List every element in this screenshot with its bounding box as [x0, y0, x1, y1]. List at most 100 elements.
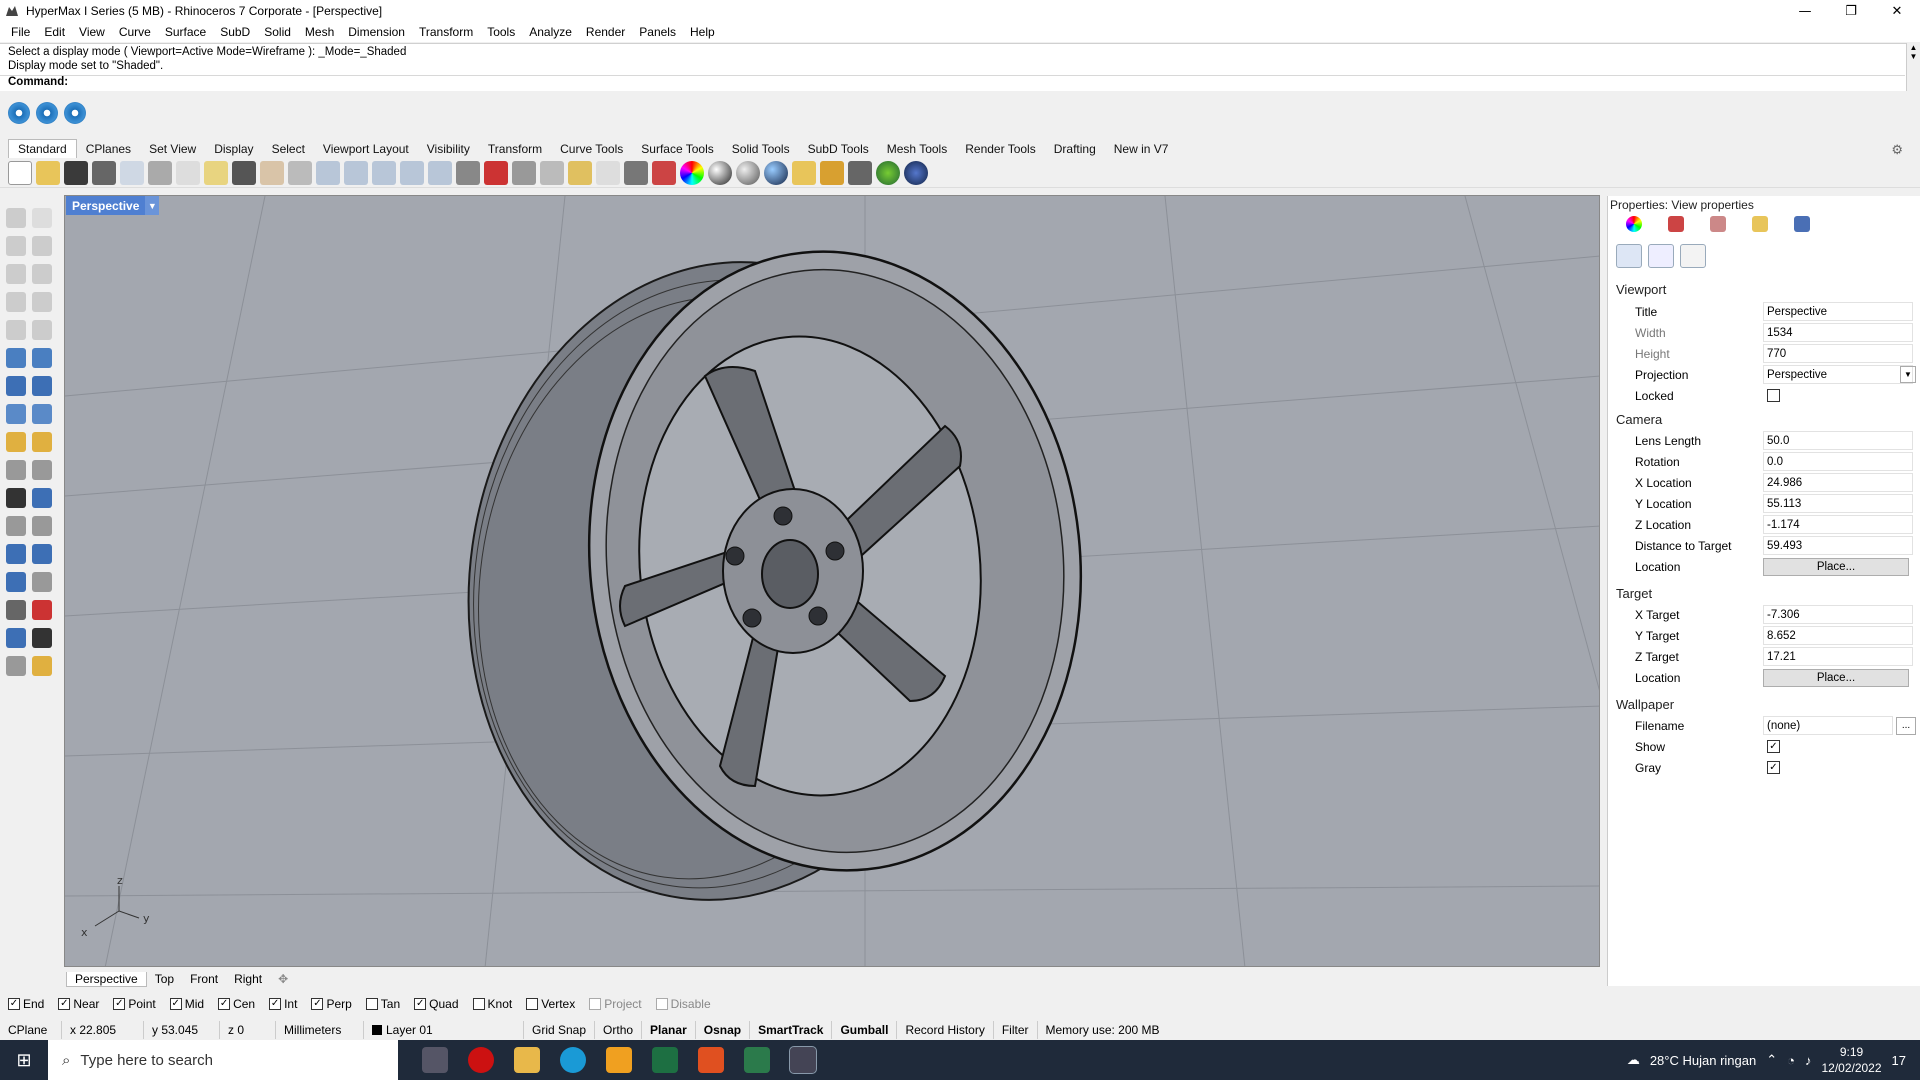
osnap-project[interactable]: Project: [589, 997, 642, 1011]
explode-icon[interactable]: [32, 488, 52, 508]
zoom-window-icon[interactable]: [344, 160, 368, 185]
point-icon[interactable]: [32, 208, 52, 228]
print-icon[interactable]: [92, 160, 116, 185]
menu-file[interactable]: File: [4, 25, 37, 39]
tab-cplanes[interactable]: CPlanes: [77, 140, 140, 158]
join-icon[interactable]: [6, 488, 26, 508]
menu-transform[interactable]: Transform: [412, 25, 480, 39]
copy-icon[interactable]: [176, 160, 200, 185]
y-location-field[interactable]: 55.113: [1763, 494, 1913, 513]
vtab-top[interactable]: Top: [147, 972, 182, 986]
libraries-icon[interactable]: [1752, 216, 1768, 232]
osnap-tan[interactable]: Tan: [365, 997, 400, 1011]
close-button[interactable]: ✕: [1874, 0, 1920, 22]
status-osnap[interactable]: Osnap: [696, 1021, 751, 1039]
light-bulb-icon[interactable]: [596, 160, 620, 185]
tab-solid-tools[interactable]: Solid Tools: [723, 140, 799, 158]
object-properties-icon[interactable]: [1626, 216, 1642, 232]
car-icon[interactable]: [484, 160, 508, 185]
xd-icon[interactable]: [698, 1047, 724, 1073]
globe-icon[interactable]: [876, 160, 900, 185]
menu-render[interactable]: Render: [579, 25, 632, 39]
mirror-icon[interactable]: [32, 572, 52, 592]
status-layer[interactable]: Layer 01: [364, 1021, 524, 1039]
rhino-taskbar-icon[interactable]: [789, 1046, 817, 1074]
zoom-selected-icon[interactable]: [400, 160, 424, 185]
volume-icon[interactable]: ♪: [1805, 1053, 1812, 1068]
menu-edit[interactable]: Edit: [37, 25, 72, 39]
sheets-icon[interactable]: [744, 1047, 770, 1073]
split-icon[interactable]: [32, 460, 52, 480]
rotation-field[interactable]: 0.0: [1763, 452, 1913, 471]
toolbar-settings-icon[interactable]: ⚙: [1882, 140, 1912, 160]
menu-dimension[interactable]: Dimension: [341, 25, 412, 39]
select-arrow-icon[interactable]: [6, 208, 26, 228]
title-field[interactable]: Perspective: [1763, 302, 1913, 321]
menu-analyze[interactable]: Analyze: [522, 25, 579, 39]
tab-subd-tools[interactable]: SubD Tools: [799, 140, 878, 158]
boolean-icon[interactable]: [6, 432, 26, 452]
help-icon[interactable]: [904, 160, 928, 185]
menu-tools[interactable]: Tools: [480, 25, 522, 39]
zoom-extents-icon[interactable]: [372, 160, 396, 185]
tab-render-tools[interactable]: Render Tools: [956, 140, 1045, 158]
gray-checkbox[interactable]: ✓: [1767, 761, 1780, 774]
polyline-icon[interactable]: [6, 236, 26, 256]
restore-button[interactable]: ❐: [1828, 0, 1874, 22]
x-target-field[interactable]: -7.306: [1763, 605, 1913, 624]
layer-icon[interactable]: [652, 160, 676, 185]
osnap-cen[interactable]: ✓ Cen: [218, 997, 255, 1011]
filename-field[interactable]: (none): [1763, 716, 1893, 735]
osnap-knot[interactable]: Knot: [472, 997, 512, 1011]
import-icon[interactable]: [120, 160, 144, 185]
osnap-mid[interactable]: ✓ Mid: [169, 997, 204, 1011]
zoom-tool-icon[interactable]: [6, 656, 26, 676]
clock[interactable]: 9:19 12/02/2022: [1821, 1044, 1881, 1076]
tab-standard[interactable]: Standard: [8, 139, 77, 158]
chevron-down-icon[interactable]: ▼: [1900, 366, 1916, 383]
task-view-icon[interactable]: [422, 1047, 448, 1073]
lock-icon[interactable]: [624, 160, 648, 185]
status-gumball[interactable]: Gumball: [832, 1021, 898, 1039]
check-icon[interactable]: [32, 628, 52, 648]
help-panel-icon[interactable]: [1794, 216, 1810, 232]
tab-curve-tools[interactable]: Curve Tools: [551, 140, 632, 158]
paste-icon[interactable]: [204, 160, 228, 185]
tab-visibility[interactable]: Visibility: [418, 140, 479, 158]
edge-icon[interactable]: [560, 1047, 586, 1073]
menu-view[interactable]: View: [72, 25, 112, 39]
osnap-near[interactable]: ✓ Near: [58, 997, 99, 1011]
status-cplane[interactable]: CPlane: [0, 1021, 62, 1039]
dimension-tool-icon[interactable]: [32, 600, 52, 620]
layers-icon[interactable]: [1668, 216, 1684, 232]
taskbar-search[interactable]: ⌕ Type here to search: [48, 1040, 398, 1080]
excel-icon[interactable]: [652, 1047, 678, 1073]
group-icon[interactable]: [32, 656, 52, 676]
app-icon[interactable]: [606, 1047, 632, 1073]
osnap-end[interactable]: ✓ End: [8, 997, 44, 1011]
vtab-front[interactable]: Front: [182, 972, 226, 986]
mesh-icon[interactable]: [32, 404, 52, 424]
y-target-field[interactable]: 8.652: [1763, 626, 1913, 645]
arc-icon[interactable]: [6, 292, 26, 312]
rendered-sphere-icon[interactable]: [736, 160, 760, 185]
opera-icon[interactable]: [468, 1047, 494, 1073]
move-icon[interactable]: [6, 544, 26, 564]
circle-icon[interactable]: [6, 264, 26, 284]
weather-text[interactable]: 28°C Hujan ringan: [1650, 1053, 1756, 1068]
menu-mesh[interactable]: Mesh: [298, 25, 341, 39]
named-views-icon[interactable]: [1648, 244, 1674, 268]
vtab-add-icon[interactable]: ✥: [270, 972, 296, 986]
status-record-history[interactable]: Record History: [897, 1021, 994, 1039]
rotate-view-icon[interactable]: [288, 160, 312, 185]
snap-icon[interactable]: [8, 102, 30, 124]
color-wheel-icon[interactable]: [680, 160, 704, 185]
minimize-button[interactable]: —: [1782, 0, 1828, 22]
show-checkbox[interactable]: ✓: [1767, 740, 1780, 753]
ellipse-icon[interactable]: [32, 264, 52, 284]
light-icon[interactable]: [32, 432, 52, 452]
extend-icon[interactable]: [32, 516, 52, 536]
undo-icon[interactable]: [232, 160, 256, 185]
fillet-curve-icon[interactable]: [32, 320, 52, 340]
viewport-frame-icon[interactable]: [1680, 244, 1706, 268]
